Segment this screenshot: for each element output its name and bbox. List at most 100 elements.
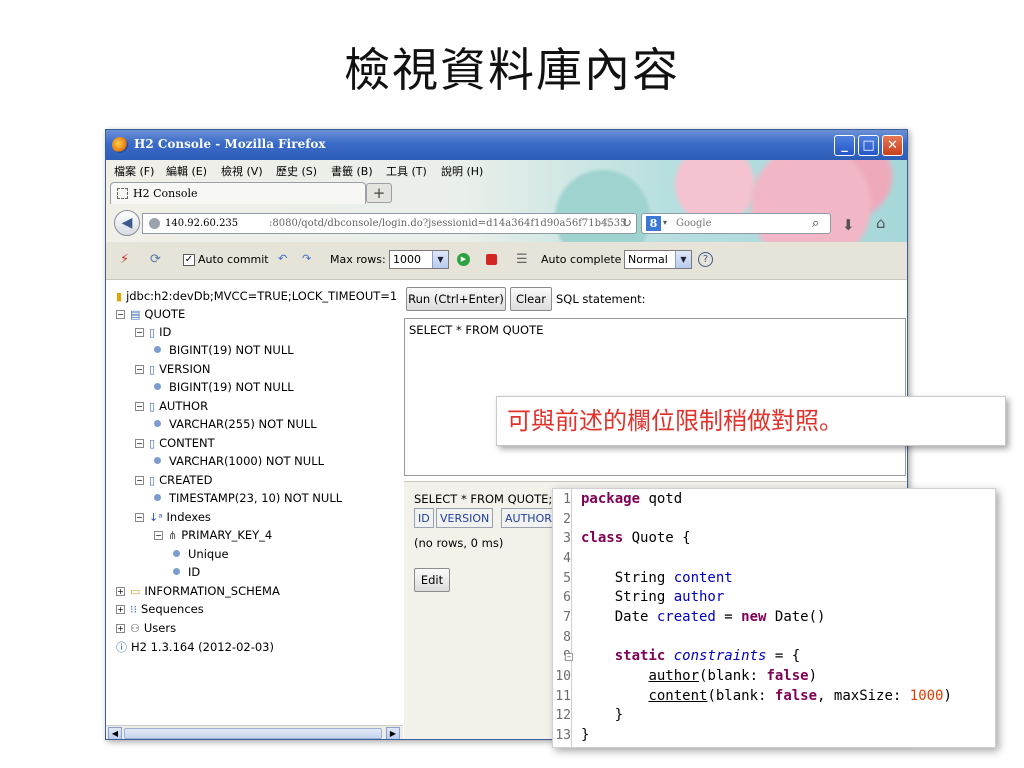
auto-commit-checkbox[interactable]: ✓: [183, 254, 195, 266]
menu-file[interactable]: 檔案 (F): [114, 163, 154, 179]
site-identity-icon[interactable]: [149, 218, 160, 229]
tree-item-content[interactable]: − ▯ CONTENT: [135, 436, 215, 453]
chevron-down-icon[interactable]: ▼: [432, 251, 448, 268]
tree-label: VERSION: [159, 362, 211, 376]
tree-item-information-schema[interactable]: + ▭ INFORMATION_SCHEMA: [116, 584, 280, 601]
h2-toolbar: ⚡ ⟳ ✓ Auto commit ↶ ↷ Max rows: 1000 ▼ ▶…: [106, 242, 907, 280]
tree-item-quote[interactable]: − ▤ QUOTE: [116, 307, 185, 324]
tree-label: BIGINT(19) NOT NULL: [169, 343, 294, 357]
collapse-icon[interactable]: −: [135, 402, 144, 411]
window-title: H2 Console - Mozilla Firefox: [134, 137, 326, 151]
tree-label: CREATED: [159, 473, 213, 487]
tree-item-users[interactable]: + ⚇ Users: [116, 621, 176, 638]
menu-bar: 檔案 (F) 編輯 (E) 檢視 (V) 歷史 (S) 書籤 (B) 工具 (T…: [106, 160, 907, 180]
run-button[interactable]: Run (Ctrl+Enter): [406, 287, 506, 311]
search-bar[interactable]: 8 ▾ Google ⌕: [641, 213, 831, 234]
collapse-icon[interactable]: −: [135, 476, 144, 485]
tree-item-unique[interactable]: Unique: [173, 547, 229, 564]
expand-icon[interactable]: +: [116, 624, 125, 633]
download-icon[interactable]: ⬇: [842, 216, 855, 234]
chevron-down-icon[interactable]: ▼: [675, 251, 691, 268]
collapse-icon[interactable]: −: [154, 531, 163, 540]
tree-item-connection[interactable]: ▮ jdbc:h2:devDb;MVCC=TRUE;LOCK_TIMEOUT=1: [116, 289, 397, 306]
horizontal-scrollbar[interactable]: ◀ ▶: [106, 725, 403, 739]
tree-item-index-id[interactable]: ID: [173, 565, 200, 582]
tree-label: PRIMARY_KEY_4: [181, 528, 273, 542]
fold-toggle-icon[interactable]: −: [565, 653, 573, 661]
menu-edit[interactable]: 編輯 (E): [166, 163, 207, 179]
tree-label: ID: [159, 325, 172, 339]
tree-item-created[interactable]: − ▯ CREATED: [135, 473, 212, 490]
help-icon[interactable]: ?: [698, 252, 713, 267]
tab-h2-console[interactable]: H2 Console: [110, 182, 366, 204]
new-tab-button[interactable]: +: [366, 183, 392, 203]
clear-button[interactable]: Clear: [510, 287, 552, 311]
menu-history[interactable]: 歷史 (S): [276, 163, 317, 179]
tree-item-type[interactable]: VARCHAR(1000) NOT NULL: [154, 454, 324, 471]
tree-label: H2 1.3.164 (2012-02-03): [131, 640, 274, 654]
search-input[interactable]: Google: [676, 218, 712, 229]
reload-icon[interactable]: ↻: [621, 216, 632, 231]
tree-item-type[interactable]: BIGINT(19) NOT NULL: [154, 343, 294, 360]
bookmark-star-icon[interactable]: ☆: [601, 216, 613, 231]
tree-item-type[interactable]: TIMESTAMP(23, 10) NOT NULL: [154, 491, 342, 508]
url-bar[interactable]: 140.92.60.235 :8080/qotd/dbconsole/login…: [142, 213, 637, 234]
tree-label: TIMESTAMP(23, 10) NOT NULL: [169, 491, 343, 505]
search-engine-icon[interactable]: 8: [646, 216, 661, 231]
tree-item-sequences[interactable]: + ⁝⁝ Sequences: [116, 602, 204, 619]
max-rows-select[interactable]: 1000 ▼: [389, 250, 449, 269]
menu-tools[interactable]: 工具 (T): [386, 163, 427, 179]
collapse-icon[interactable]: −: [116, 310, 125, 319]
edit-button[interactable]: Edit: [414, 568, 450, 592]
result-header-id[interactable]: ID: [414, 508, 434, 528]
close-button[interactable]: ✕: [882, 135, 903, 156]
run-icon[interactable]: ▶: [457, 253, 470, 266]
users-icon: ⚇: [130, 622, 140, 635]
sequence-icon: ⁝⁝: [130, 603, 137, 616]
scroll-left-icon[interactable]: ◀: [108, 727, 122, 739]
sql-statement-label: SQL statement:: [556, 292, 646, 306]
auto-complete-select[interactable]: Normal ▼: [624, 250, 692, 269]
collapse-icon[interactable]: −: [135, 439, 144, 448]
result-header-author[interactable]: AUTHOR: [501, 508, 556, 528]
collapse-icon[interactable]: −: [135, 365, 144, 374]
tree-item-id[interactable]: − ▯ ID: [135, 325, 171, 342]
tree-item-type[interactable]: VARCHAR(255) NOT NULL: [154, 417, 317, 434]
disconnect-icon[interactable]: ⚡: [120, 252, 129, 267]
max-rows-label: Max rows:: [330, 253, 386, 266]
collapse-icon[interactable]: −: [135, 513, 144, 522]
menu-help[interactable]: 說明 (H): [441, 163, 483, 179]
tree-item-type[interactable]: BIGINT(19) NOT NULL: [154, 380, 294, 397]
commit-icon[interactable]: ↷: [302, 252, 311, 265]
auto-complete-value: Normal: [628, 253, 668, 266]
expand-icon[interactable]: +: [116, 587, 125, 596]
slide-title: 檢視資料庫內容: [344, 43, 680, 97]
expand-icon[interactable]: +: [116, 605, 125, 614]
stop-icon[interactable]: [486, 254, 497, 265]
result-header-version[interactable]: VERSION: [436, 508, 494, 528]
tree-item-indexes[interactable]: − ↓ᵃ Indexes: [135, 510, 211, 527]
refresh-icon[interactable]: ⟳: [150, 252, 161, 267]
scroll-thumb[interactable]: [124, 728, 382, 739]
home-icon[interactable]: ⌂: [876, 214, 886, 232]
url-host: 140.92.60.235: [165, 218, 239, 229]
tree-item-version[interactable]: − ▯ VERSION: [135, 362, 211, 379]
tree-item-author[interactable]: − ▯ AUTHOR: [135, 399, 208, 416]
menu-view[interactable]: 檢視 (V): [221, 163, 263, 179]
scroll-right-icon[interactable]: ▶: [386, 727, 400, 739]
index-icon: ⋔: [168, 529, 178, 542]
rollback-icon[interactable]: ↶: [278, 252, 287, 265]
minimize-button[interactable]: _: [834, 135, 855, 156]
column-icon: ▯: [149, 400, 156, 413]
tree-label: BIGINT(19) NOT NULL: [169, 380, 294, 394]
history-icon[interactable]: ☰: [516, 252, 528, 267]
menu-bookmarks[interactable]: 書籤 (B): [331, 163, 373, 179]
tree-item-primary-key[interactable]: − ⋔ PRIMARY_KEY_4: [154, 528, 272, 545]
maximize-button[interactable]: □: [858, 135, 879, 156]
engine-dropdown-icon[interactable]: ▾: [663, 218, 667, 227]
tree-label: INFORMATION_SCHEMA: [144, 584, 280, 598]
collapse-icon[interactable]: −: [135, 328, 144, 337]
search-icon[interactable]: ⌕: [812, 216, 819, 231]
auto-complete-label: Auto complete: [541, 253, 622, 266]
back-button[interactable]: ◀: [114, 210, 140, 236]
